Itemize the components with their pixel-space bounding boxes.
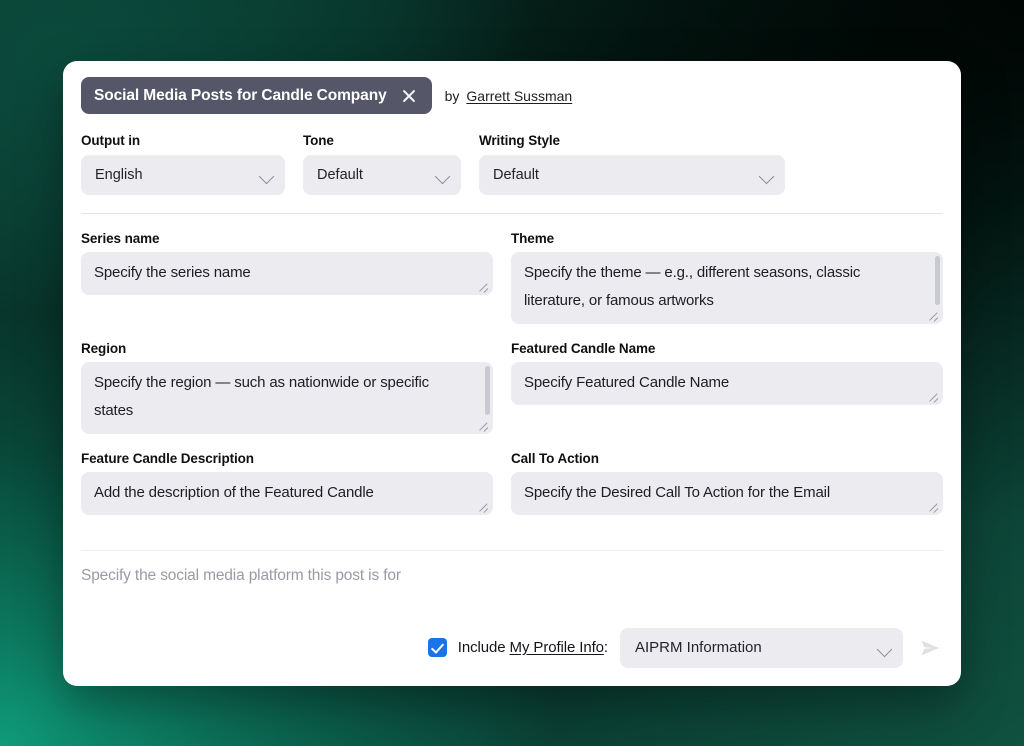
theme-input[interactable]: Specify the theme — e.g., different seas… — [511, 252, 943, 324]
writing-style-select[interactable]: Default — [479, 155, 785, 195]
footer: Include My Profile Info: AIPRM Informati… — [81, 628, 943, 686]
field-placeholder: Specify the theme — e.g., different seas… — [511, 252, 943, 315]
field-region: Region Specify the region — such as nati… — [81, 341, 493, 434]
chevron-down-icon — [877, 641, 893, 657]
options-row: Output in English Tone Default Writing S… — [81, 133, 943, 195]
output-language-group: Output in English — [81, 133, 285, 195]
resize-handle[interactable] — [927, 390, 940, 403]
field-theme: Theme Specify the theme — e.g., differen… — [511, 231, 943, 324]
divider-top — [81, 213, 943, 214]
send-button[interactable] — [917, 635, 943, 661]
include-prefix: Include — [458, 639, 510, 656]
field-label: Theme — [511, 231, 943, 246]
include-profile-info-label: Include My Profile Info: — [458, 639, 608, 656]
field-placeholder: Specify Featured Candle Name — [511, 362, 943, 397]
field-series-name: Series name Specify the series name — [81, 231, 493, 324]
field-label: Featured Candle Name — [511, 341, 943, 356]
prompt-textarea-wrap[interactable]: Specify the social media platform this p… — [81, 567, 943, 628]
call-to-action-input[interactable]: Specify the Desired Call To Action for t… — [511, 472, 943, 515]
field-feature-candle-description: Feature Candle Description Add the descr… — [81, 451, 493, 515]
writing-style-label: Writing Style — [479, 133, 785, 148]
divider-bottom — [81, 550, 943, 551]
field-label: Series name — [81, 231, 493, 246]
field-label: Call To Action — [511, 451, 943, 466]
field-placeholder: Specify the series name — [81, 252, 493, 287]
series-name-input[interactable]: Specify the series name — [81, 252, 493, 295]
tone-group: Tone Default — [303, 133, 461, 195]
output-language-select[interactable]: English — [81, 155, 285, 195]
include-profile-info-checkbox[interactable] — [428, 638, 447, 657]
field-placeholder: Specify the Desired Call To Action for t… — [511, 472, 943, 507]
prompt-title-pill[interactable]: Social Media Posts for Candle Company — [81, 77, 432, 114]
my-profile-info-link[interactable]: My Profile Info — [510, 639, 604, 656]
tone-label: Tone — [303, 133, 461, 148]
resize-handle[interactable] — [927, 500, 940, 513]
field-placeholder: Add the description of the Featured Cand… — [81, 472, 493, 507]
field-placeholder: Specify the region — such as nationwide … — [81, 362, 493, 425]
writing-style-value: Default — [493, 167, 539, 183]
prompt-textarea-placeholder: Specify the social media platform this p… — [81, 567, 943, 585]
field-label: Region — [81, 341, 493, 356]
output-language-label: Output in — [81, 133, 285, 148]
close-icon[interactable] — [401, 87, 418, 104]
resize-handle[interactable] — [927, 309, 940, 322]
include-suffix: : — [604, 639, 608, 656]
chevron-down-icon — [259, 168, 275, 184]
send-icon — [918, 636, 942, 660]
header: Social Media Posts for Candle Company by… — [81, 77, 943, 115]
card-inner: Social Media Posts for Candle Company by… — [63, 61, 961, 686]
resize-handle[interactable] — [477, 419, 490, 432]
variables-grid: Series name Specify the series name Them… — [81, 231, 943, 532]
tone-value: Default — [317, 167, 363, 183]
chevron-down-icon — [759, 168, 775, 184]
field-label: Feature Candle Description — [81, 451, 493, 466]
feature-candle-description-input[interactable]: Add the description of the Featured Cand… — [81, 472, 493, 515]
resize-handle[interactable] — [477, 500, 490, 513]
field-featured-candle-name: Featured Candle Name Specify Featured Ca… — [511, 341, 943, 434]
writing-style-group: Writing Style Default — [479, 133, 785, 195]
resize-handle[interactable] — [477, 280, 490, 293]
profile-select[interactable]: AIPRM Information — [620, 628, 903, 668]
scrollbar-thumb[interactable] — [485, 366, 490, 416]
byline: by Garrett Sussman — [445, 88, 573, 104]
prompt-title-label: Social Media Posts for Candle Company — [94, 88, 387, 104]
region-input[interactable]: Specify the region — such as nationwide … — [81, 362, 493, 434]
field-call-to-action: Call To Action Specify the Desired Call … — [511, 451, 943, 515]
output-language-value: English — [95, 167, 143, 183]
profile-select-value: AIPRM Information — [635, 639, 762, 656]
include-profile-info-group: Include My Profile Info: — [428, 638, 608, 657]
featured-candle-name-input[interactable]: Specify Featured Candle Name — [511, 362, 943, 405]
scrollbar-thumb[interactable] — [935, 256, 940, 306]
tone-select[interactable]: Default — [303, 155, 461, 195]
by-label: by — [445, 88, 460, 104]
prompt-form-card: Social Media Posts for Candle Company by… — [63, 61, 961, 686]
chevron-down-icon — [435, 168, 451, 184]
author-link[interactable]: Garrett Sussman — [466, 88, 572, 104]
